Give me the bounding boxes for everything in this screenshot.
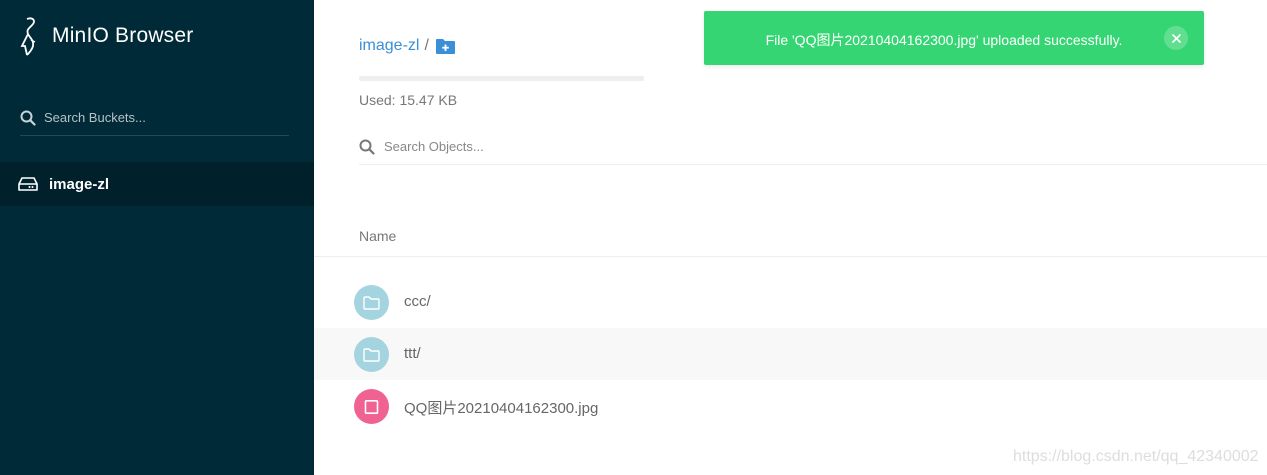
main-panel: image-zl / Used: 15.47 KB Name: [314, 0, 1267, 475]
folder-glyph: [363, 295, 380, 310]
breadcrumb-bucket-link[interactable]: image-zl: [359, 37, 419, 55]
folder-icon: [354, 285, 389, 320]
bucket-item-image-zl[interactable]: image-zl: [0, 162, 314, 206]
brand[interactable]: MinIO Browser: [18, 16, 193, 56]
object-row-file[interactable]: QQ图片20210404162300.jpg: [314, 380, 1267, 432]
brand-title: MinIO Browser: [52, 24, 194, 47]
breadcrumb-separator: /: [424, 37, 429, 54]
object-list: ccc/ ttt/ QQ图片20210404162300.jpg: [314, 276, 1267, 432]
search-icon: [359, 139, 375, 155]
file-icon: [354, 389, 389, 424]
object-name: QQ图片20210404162300.jpg: [404, 400, 599, 417]
sidebar: MinIO Browser image-zl: [0, 0, 314, 475]
folder-plus-icon[interactable]: [435, 38, 456, 54]
object-search-input[interactable]: [384, 139, 784, 154]
object-search: [359, 129, 1267, 165]
object-row-folder[interactable]: ccc/: [314, 276, 1267, 328]
bucket-search-input[interactable]: [44, 110, 274, 125]
bucket-search: [20, 100, 289, 136]
file-glyph: [364, 399, 379, 414]
search-icon: [20, 110, 36, 126]
object-name: ttt/: [404, 345, 421, 362]
watermark: https://blog.csdn.net/qq_42340002: [1013, 448, 1259, 465]
minio-browser-app: MinIO Browser image-zl image-zl /: [0, 0, 1267, 475]
column-header: Name: [314, 216, 1267, 257]
upload-success-toast: File 'QQ图片20210404162300.jpg' uploaded s…: [704, 11, 1204, 65]
storage-usage-bar: [359, 76, 644, 81]
object-name: ccc/: [404, 293, 431, 310]
object-row-folder[interactable]: ttt/: [314, 328, 1267, 380]
hard-drive-icon: [18, 177, 38, 191]
folder-icon: [354, 337, 389, 372]
minio-bird-icon: [20, 17, 36, 56]
bucket-item-label: image-zl: [49, 175, 110, 193]
toast-message: File 'QQ图片20210404162300.jpg' uploaded s…: [765, 32, 1123, 48]
toast-close-button[interactable]: [1164, 26, 1188, 50]
breadcrumb: image-zl /: [359, 37, 456, 55]
close-icon: [1171, 33, 1181, 43]
storage-usage-text: Used: 15.47 KB: [359, 92, 458, 108]
folder-glyph: [363, 347, 380, 362]
column-header-name[interactable]: Name: [359, 228, 396, 244]
